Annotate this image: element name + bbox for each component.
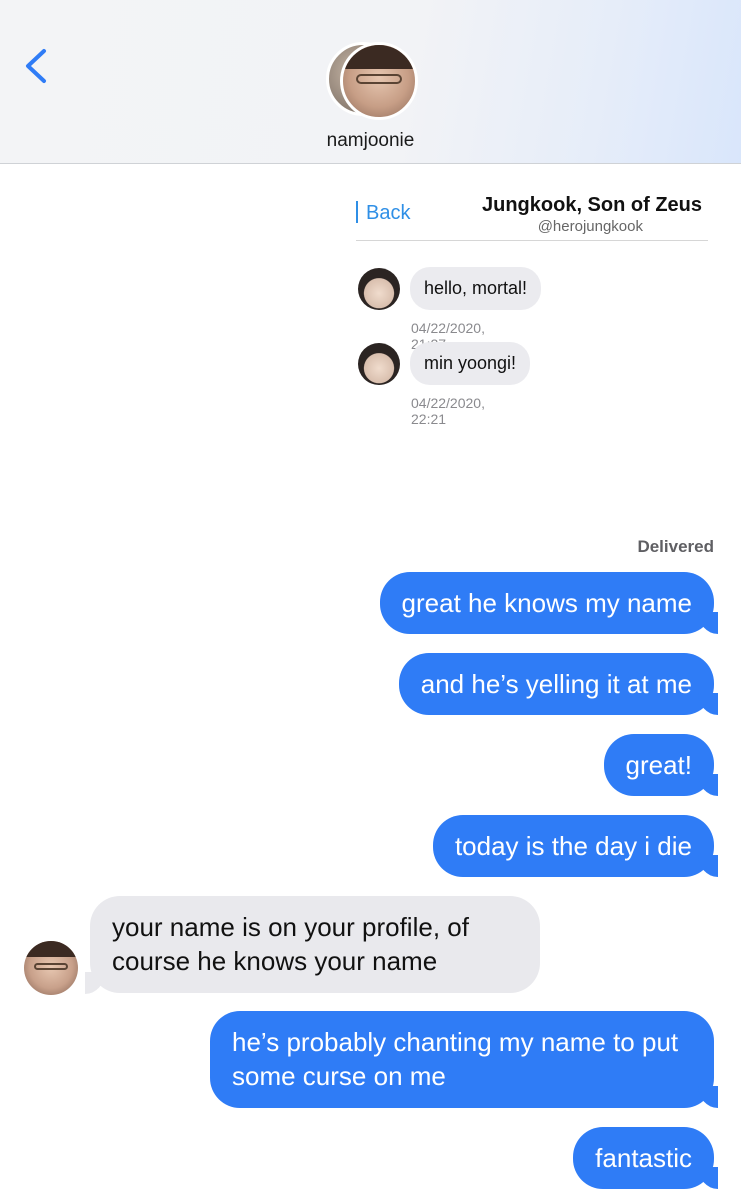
message-bubble-incoming[interactable]: your name is on your profile, of course … xyxy=(90,896,540,993)
embedded-bubble: min yoongi! xyxy=(410,342,531,385)
avatar xyxy=(340,42,418,120)
avatar xyxy=(358,343,400,385)
bubble-tail xyxy=(698,855,718,877)
bubble-tail xyxy=(698,693,718,715)
bubble-tail xyxy=(698,1086,718,1108)
embedded-bubble: hello, mortal! xyxy=(410,267,542,310)
embedded-title: Jungkook, Son of Zeus xyxy=(481,194,702,216)
message-bubble-outgoing[interactable]: and he’s yelling it at me xyxy=(398,653,714,715)
conversation-header: namjoonie xyxy=(0,0,741,164)
bubble-tail xyxy=(698,612,718,634)
bubble-tail xyxy=(85,972,105,994)
message-bubble-outgoing[interactable]: today is the day i die xyxy=(432,815,714,877)
message-bubble-outgoing[interactable]: great he knows my name xyxy=(379,572,714,634)
avatar xyxy=(358,268,400,310)
message-bubble-outgoing[interactable]: great! xyxy=(603,734,714,796)
divider xyxy=(356,240,708,241)
message-bubble-outgoing[interactable]: he’s probably chanting my name to put so… xyxy=(210,1011,714,1108)
message-bubble-outgoing[interactable]: fantastic xyxy=(573,1127,714,1189)
contact-name[interactable]: namjoonie xyxy=(0,130,741,152)
delivered-status: Delivered xyxy=(637,537,714,556)
chevron-left-icon[interactable] xyxy=(22,46,52,86)
embedded-handle: @herojungkook xyxy=(537,218,643,235)
embedded-back-button: Back xyxy=(356,201,410,225)
contact-avatar-stack[interactable] xyxy=(326,42,418,120)
embedded-screenshot: Back Jungkook, Son of Zeus @herojungkook… xyxy=(356,185,710,427)
embedded-timestamp: 04/22/2020, 22:21 xyxy=(411,395,485,427)
avatar[interactable] xyxy=(24,941,78,995)
bubble-tail xyxy=(698,1167,718,1189)
bubble-tail xyxy=(698,774,718,796)
